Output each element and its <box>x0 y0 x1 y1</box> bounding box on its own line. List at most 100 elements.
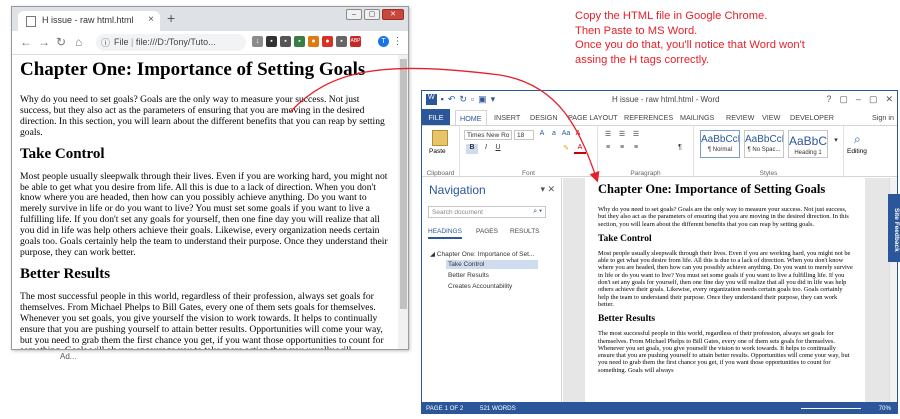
underline-button[interactable]: U <box>492 144 504 154</box>
close-tab-icon[interactable]: × <box>148 14 154 25</box>
tab-mailings[interactable]: MAILINGS <box>680 113 714 122</box>
change-case-icon[interactable]: Aa <box>560 130 572 140</box>
search-document-input[interactable]: Search document ⌕ ▾ <box>428 206 546 218</box>
nav-pane-controls[interactable]: ▾ ✕ <box>540 184 555 195</box>
nav-heading-better-results[interactable]: Better Results <box>448 272 489 279</box>
tab-review[interactable]: REVIEW <box>726 113 754 122</box>
new-doc-icon[interactable]: ▫ <box>471 94 474 105</box>
font-color-icon[interactable]: A <box>574 144 586 154</box>
maximize-button[interactable]: ▢ <box>364 9 380 20</box>
styles-scroll-icon[interactable]: ▾ <box>830 136 842 146</box>
nav-heading-creates-accountability[interactable]: Creates Accountability <box>448 283 512 290</box>
back-icon[interactable]: ← <box>20 35 32 49</box>
document-page[interactable]: Chapter One: Importance of Setting Goals… <box>585 178 865 402</box>
nav-heading-chapter-one[interactable]: ◢ Chapter One: Importance of Set... <box>430 250 534 258</box>
align-left-icon[interactable]: ≡ <box>602 144 614 154</box>
shrink-font-icon[interactable]: a <box>548 130 560 140</box>
help-button[interactable]: ? <box>826 94 831 105</box>
style-heading-1[interactable]: AaBbCc Heading 1 <box>788 130 828 158</box>
download-ext-icon[interactable]: ↓ <box>252 36 263 47</box>
style-normal[interactable]: AaBbCcDc ¶ Normal <box>700 130 740 158</box>
search-icon[interactable]: ⌕ ▾ <box>533 208 542 216</box>
red-ext-icon[interactable]: ● <box>322 36 333 47</box>
word-title-bar: W ▪ ↶ ↻ ▫ ▣ ▾ H issue - raw html.html - … <box>422 91 897 109</box>
qat-more-icon[interactable]: ▾ <box>491 94 496 105</box>
site-feedback-tab[interactable]: Site Feedback <box>888 194 900 262</box>
tab-home[interactable]: HOME <box>455 110 487 125</box>
multilevel-icon[interactable]: ☰ <box>630 130 642 140</box>
italic-button[interactable]: I <box>480 144 492 154</box>
tab-headings[interactable]: HEADINGS <box>428 228 462 239</box>
word-paragraph-intro: Why do you need to set goals? Goals are … <box>598 206 849 228</box>
scroll-thumb[interactable] <box>400 59 407 309</box>
highlight-icon[interactable]: ✎ <box>560 144 572 154</box>
forward-icon[interactable]: → <box>38 35 50 49</box>
style-no-spacing[interactable]: AaBbCcDc ¶ No Spac... <box>744 130 784 158</box>
heading-chapter-one: Chapter One: Importance of Setting Goals <box>20 59 366 80</box>
save-icon[interactable]: ▪ <box>441 94 444 105</box>
grid-ext-icon[interactable]: ▪ <box>294 36 305 47</box>
sign-in-link[interactable]: Sign in <box>872 113 894 122</box>
bold-button[interactable]: B <box>466 144 478 154</box>
bullets-icon[interactable]: ☰ <box>602 130 614 140</box>
home-icon[interactable]: ⌂ <box>75 35 82 49</box>
new-tab-button[interactable]: + <box>167 10 175 26</box>
paste-button[interactable]: Paste <box>429 148 446 155</box>
dark-ext-icon[interactable]: ▪ <box>336 36 347 47</box>
tab-references[interactable]: REFERENCES <box>624 113 673 122</box>
pilcrow-icon[interactable]: ¶ <box>674 144 686 154</box>
word-heading-better-results: Better Results <box>598 314 656 325</box>
tab-design[interactable]: DESIGN <box>530 113 558 122</box>
address-prefix: File <box>114 37 129 47</box>
clear-format-icon[interactable]: A <box>572 130 584 140</box>
adblock-icon[interactable]: ABP <box>350 36 361 47</box>
tab-pages[interactable]: PAGES <box>476 228 498 235</box>
shield-ext-icon[interactable]: ▪ <box>280 36 291 47</box>
minimize-button[interactable]: – <box>346 9 362 20</box>
puzzle-ext-icon[interactable]: ▪ <box>266 36 277 47</box>
chrome-scrollbar[interactable] <box>398 55 408 349</box>
word-maximize-button[interactable]: ▢ <box>869 94 878 105</box>
zoom-slider[interactable] <box>801 408 861 409</box>
undo-icon[interactable]: ↶ <box>448 94 456 105</box>
style-normal-name: ¶ Normal <box>707 147 733 153</box>
align-center-icon[interactable]: ≡ <box>616 144 628 154</box>
nav-heading-take-control[interactable]: Take Control <box>446 260 538 269</box>
tab-page-layout[interactable]: PAGE LAYOUT <box>568 113 618 122</box>
chrome-page-content: Chapter One: Importance of Setting Goals… <box>12 55 398 349</box>
info-icon[interactable]: ⓘ <box>101 36 110 49</box>
styles-label: Styles <box>759 170 778 177</box>
font-name-dropdown[interactable]: Times New Ro <box>464 130 512 140</box>
close-window-button[interactable]: ✕ <box>382 9 404 20</box>
tab-developer[interactable]: DEVELOPER <box>790 113 834 122</box>
orange-ext-icon[interactable]: ● <box>308 36 319 47</box>
word-count[interactable]: 521 WORDS <box>480 405 516 412</box>
font-size-dropdown[interactable]: 18 <box>514 130 534 140</box>
grow-font-icon[interactable]: A <box>536 130 548 140</box>
numbering-icon[interactable]: ☰ <box>616 130 628 140</box>
chrome-tab[interactable]: H issue - raw html.html × <box>18 11 160 31</box>
page-count[interactable]: PAGE 1 OF 2 <box>426 405 463 412</box>
editing-button[interactable]: Editing <box>847 148 867 155</box>
address-text: file:///D:/Tony/Tuto... <box>135 37 216 47</box>
open-icon[interactable]: ▣ <box>478 94 487 105</box>
ribbon: Paste Clipboard Times New Ro 18 B I U A … <box>422 125 897 178</box>
tab-insert[interactable]: INSERT <box>494 113 520 122</box>
style-normal-sample: AaBbCcDc <box>701 134 739 145</box>
reload-icon[interactable]: ↻ <box>56 35 66 49</box>
more-menu-icon[interactable]: ⋮ <box>392 36 403 47</box>
align-right-icon[interactable]: ≡ <box>630 144 642 154</box>
redo-icon[interactable]: ↻ <box>459 94 467 105</box>
tab-file[interactable]: FILE <box>422 109 450 125</box>
word-close-button[interactable]: ✕ <box>885 94 893 105</box>
address-bar[interactable]: ⓘ File | file:///D:/Tony/Tuto... <box>96 34 246 51</box>
paste-icon[interactable] <box>432 130 448 146</box>
profile-avatar[interactable]: T <box>378 36 389 47</box>
ribbon-display-button[interactable]: ▢ <box>839 94 848 105</box>
tab-view[interactable]: VIEW <box>762 113 780 122</box>
word-minimize-button[interactable]: – <box>856 94 861 105</box>
tab-results[interactable]: RESULTS <box>510 228 540 235</box>
find-icon[interactable]: ⌕ <box>854 132 861 147</box>
zoom-level[interactable]: 70% <box>879 405 891 412</box>
chrome-window-controls: – ▢ ✕ <box>346 9 404 20</box>
